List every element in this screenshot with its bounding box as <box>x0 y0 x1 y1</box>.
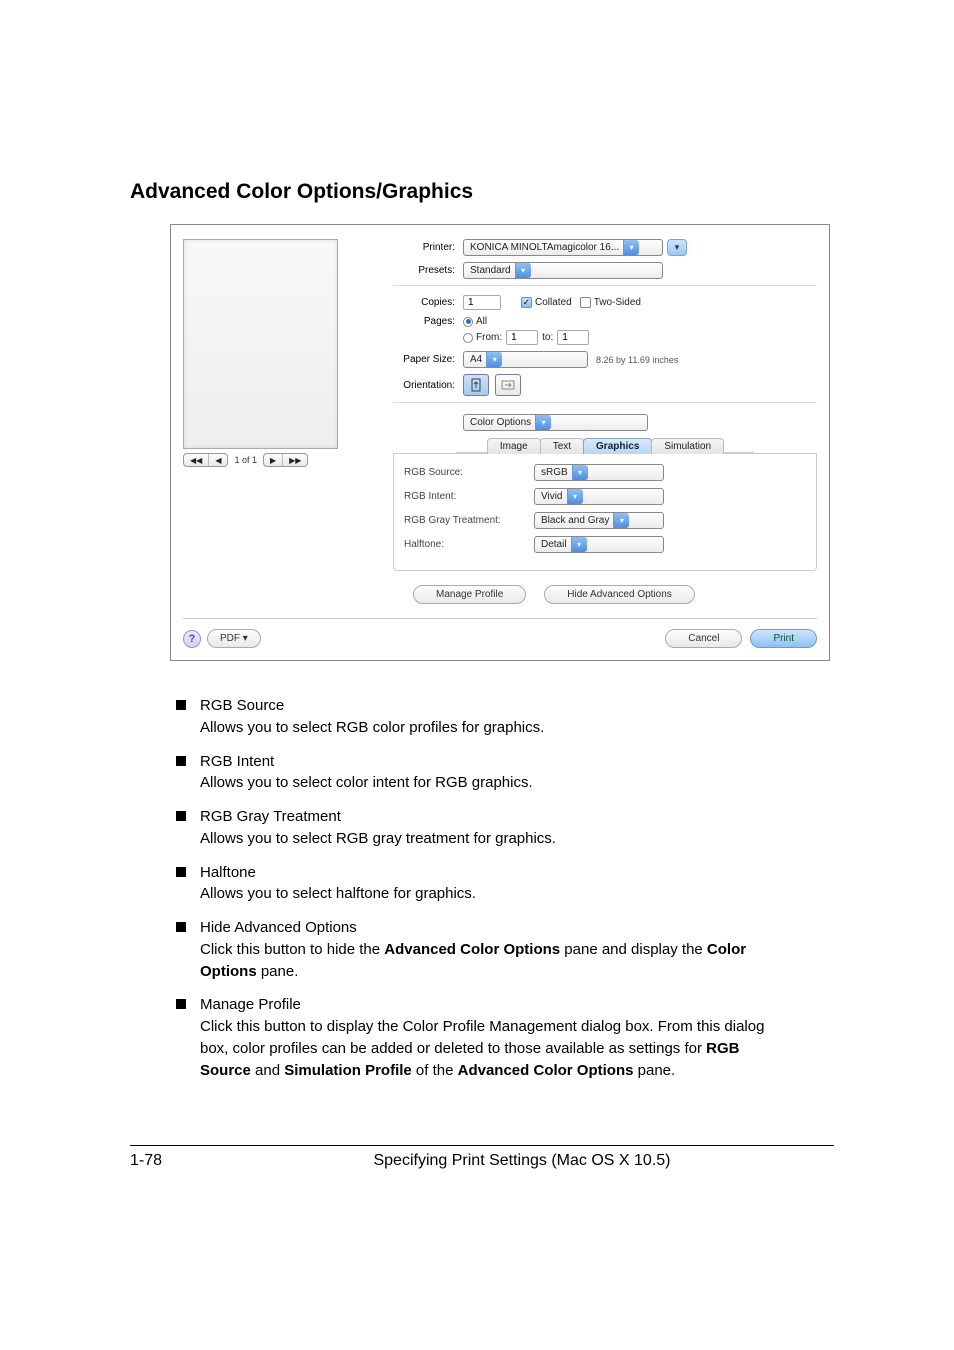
bullet-desc: Click this button to display the Color P… <box>200 1018 764 1079</box>
two-sided-checkbox[interactable]: Two-Sided <box>580 297 641 308</box>
print-button[interactable]: Print <box>750 629 817 648</box>
pages-from-label: From: <box>476 332 502 343</box>
pages-label: Pages: <box>393 316 463 327</box>
hide-advanced-button[interactable]: Hide Advanced Options <box>544 585 695 604</box>
orientation-label: Orientation: <box>393 380 463 391</box>
paper-dimensions: 8.26 by 11.69 inches <box>596 355 678 365</box>
dropdown-arrow-icon: ▾ <box>572 465 588 480</box>
help-button[interactable]: ? <box>183 630 201 648</box>
first-page-icon[interactable]: ◀◀ <box>184 454 209 466</box>
pages-to-label: to: <box>542 332 553 343</box>
bullet-title: Hide Advanced Options <box>200 917 770 939</box>
tab-simulation[interactable]: Simulation <box>651 438 724 454</box>
paper-size-select[interactable]: A4 ▾ <box>463 351 588 368</box>
last-page-icon[interactable]: ▶▶ <box>283 454 307 466</box>
bullet-title: RGB Gray Treatment <box>200 806 770 828</box>
orientation-portrait-button[interactable] <box>463 374 489 396</box>
tab-image[interactable]: Image <box>487 438 541 454</box>
rgb-source-value: sRGB <box>541 467 568 478</box>
tab-graphics[interactable]: Graphics <box>583 438 652 454</box>
manage-profile-button[interactable]: Manage Profile <box>413 585 526 604</box>
landscape-icon <box>501 378 515 392</box>
tab-text[interactable]: Text <box>540 438 584 454</box>
dropdown-arrow-icon: ▾ <box>623 240 639 255</box>
paper-size-label: Paper Size: <box>393 354 463 365</box>
rgb-source-select[interactable]: sRGB ▾ <box>534 464 664 481</box>
prev-page-icon[interactable]: ◀ <box>209 454 227 466</box>
preview-page-count: 1 of 1 <box>234 455 257 465</box>
copies-input[interactable] <box>463 295 501 310</box>
bullet-desc: Allows you to select color intent for RG… <box>200 774 533 791</box>
halftone-select[interactable]: Detail ▾ <box>534 536 664 553</box>
orientation-landscape-button[interactable] <box>495 374 521 396</box>
pages-all-label: All <box>476 316 487 327</box>
dropdown-arrow-icon: ▾ <box>613 513 629 528</box>
preview-nav-back[interactable]: ◀◀ ◀ <box>183 453 228 467</box>
rgb-gray-label: RGB Gray Treatment: <box>404 515 534 526</box>
print-dialog: ◀◀ ◀ 1 of 1 ▶ ▶▶ Printer: KONICA MINOLTA… <box>170 224 830 661</box>
rgb-source-label: RGB Source: <box>404 467 534 478</box>
bullet-desc: Allows you to select RGB color profiles … <box>200 719 544 736</box>
pdf-menu-button[interactable]: PDF ▾ <box>207 629 261 648</box>
next-page-icon[interactable]: ▶ <box>264 454 283 466</box>
page-number: 1-78 <box>130 1152 210 1170</box>
printer-info-button[interactable]: ▾ <box>667 239 687 256</box>
dropdown-arrow-icon: ▾ <box>535 415 551 430</box>
halftone-value: Detail <box>541 539 567 550</box>
rgb-intent-label: RGB Intent: <box>404 491 534 502</box>
pages-from-input[interactable] <box>506 330 538 345</box>
section-select[interactable]: Color Options ▾ <box>463 414 648 431</box>
dropdown-arrow-icon: ▾ <box>571 537 587 552</box>
bullet-desc: Click this button to hide the Advanced C… <box>200 941 746 980</box>
rgb-intent-value: Vivid <box>541 491 563 502</box>
page-heading: Advanced Color Options/Graphics <box>130 180 834 204</box>
pages-to-input[interactable] <box>557 330 589 345</box>
preview-nav-forward[interactable]: ▶ ▶▶ <box>263 453 308 467</box>
bullet-title: RGB Source <box>200 695 770 717</box>
pages-range-radio[interactable] <box>463 333 473 343</box>
print-preview <box>183 239 338 449</box>
two-sided-label: Two-Sided <box>594 297 641 308</box>
bullet-desc: Allows you to select halftone for graphi… <box>200 885 476 902</box>
bullet-title: RGB Intent <box>200 751 770 773</box>
rgb-gray-select[interactable]: Black and Gray ▾ <box>534 512 664 529</box>
pages-all-radio[interactable] <box>463 317 473 327</box>
rgb-gray-value: Black and Gray <box>541 515 609 526</box>
presets-select[interactable]: Standard ▾ <box>463 262 663 279</box>
presets-label: Presets: <box>393 265 463 276</box>
paper-size-value: A4 <box>470 354 482 365</box>
collated-label: Collated <box>535 297 572 308</box>
dropdown-arrow-icon: ▾ <box>515 263 531 278</box>
bullet-desc: Allows you to select RGB gray treatment … <box>200 830 556 847</box>
bullet-title: Manage Profile <box>200 994 770 1016</box>
presets-value: Standard <box>470 265 511 276</box>
dropdown-arrow-icon: ▾ <box>486 352 502 367</box>
printer-label: Printer: <box>393 242 463 253</box>
printer-value: KONICA MINOLTAmagicolor 16... <box>470 242 619 253</box>
portrait-icon <box>469 378 483 392</box>
printer-select[interactable]: KONICA MINOLTAmagicolor 16... ▾ <box>463 239 663 256</box>
halftone-label: Halftone: <box>404 539 534 550</box>
dropdown-arrow-icon: ▾ <box>567 489 583 504</box>
copies-label: Copies: <box>393 297 463 308</box>
collated-checkbox[interactable]: ✓Collated <box>521 297 572 308</box>
footer-section: Specifying Print Settings (Mac OS X 10.5… <box>210 1152 834 1170</box>
cancel-button[interactable]: Cancel <box>665 629 742 648</box>
bullet-title: Halftone <box>200 862 770 884</box>
rgb-intent-select[interactable]: Vivid ▾ <box>534 488 664 505</box>
section-value: Color Options <box>470 417 531 428</box>
